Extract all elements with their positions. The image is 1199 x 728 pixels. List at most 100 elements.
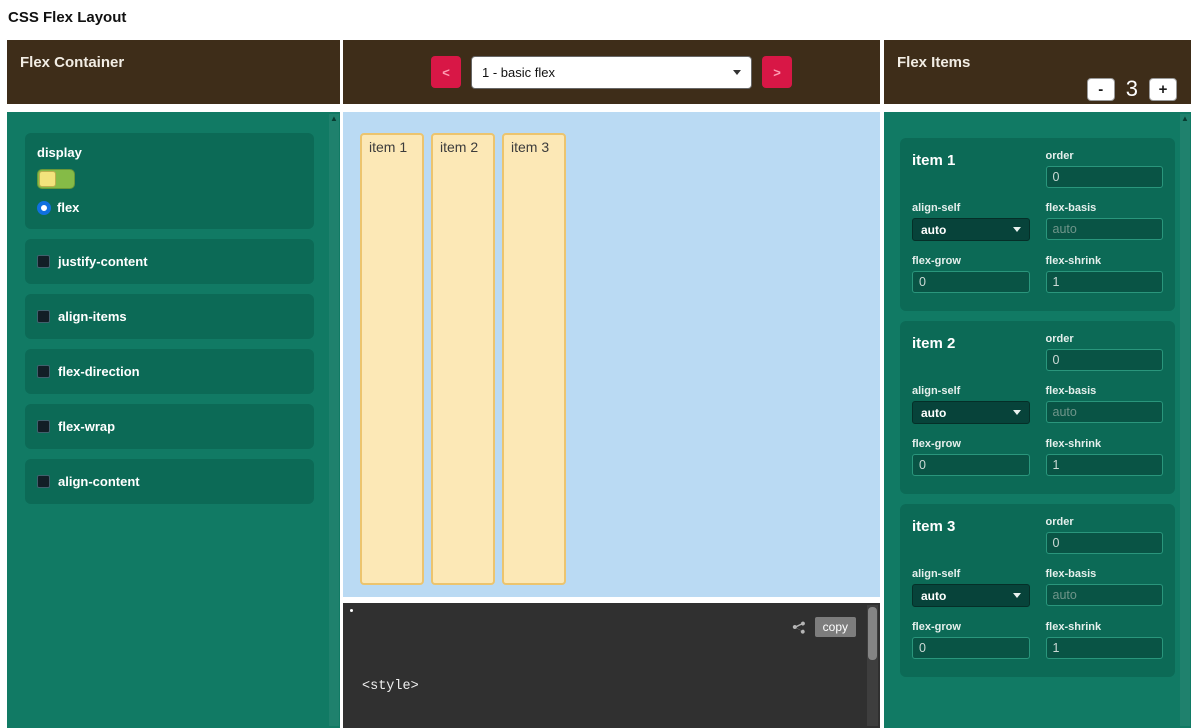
display-toggle[interactable]: [37, 169, 75, 189]
flex-basis-label: flex-basis: [1046, 385, 1164, 397]
flex-basis-input[interactable]: [1046, 401, 1164, 423]
share-icon[interactable]: [791, 619, 807, 635]
align-self-select[interactable]: auto: [912, 401, 1030, 424]
right-panel-scrollbar[interactable]: ▲: [1180, 114, 1190, 726]
code-block: <style> .flex-container { display: flex;: [362, 639, 516, 728]
option-card-flex-wrap: flex-wrap: [25, 404, 314, 449]
add-item-button[interactable]: +: [1149, 78, 1177, 101]
flex-items-body: item 1 order align-self auto flex-basis: [884, 112, 1191, 728]
order-input[interactable]: [1046, 532, 1164, 554]
order-label: order: [1046, 516, 1164, 528]
preview-column: < 1 - basic flex > item 1 item 2 item 3 …: [343, 40, 880, 728]
flex-basis-label: flex-basis: [1046, 568, 1164, 580]
option-card-align-content: align-content: [25, 459, 314, 504]
option-card-align-items: align-items: [25, 294, 314, 339]
flex-container-title: Flex Container: [20, 54, 124, 71]
scroll-up-arrow-icon[interactable]: ▲: [1180, 114, 1190, 124]
flex-direction-label: flex-direction: [58, 364, 140, 379]
flex-demo-item-2: item 2: [431, 133, 495, 585]
flex-grow-label: flex-grow: [912, 438, 1030, 450]
example-select[interactable]: 1 - basic flex: [471, 56, 752, 89]
page-title: CSS Flex Layout: [8, 9, 126, 26]
align-self-value: auto: [921, 223, 946, 237]
justify-content-label: justify-content: [58, 254, 148, 269]
item-card-1: item 1 order align-self auto flex-basis: [900, 138, 1175, 311]
code-panel: copy <style> .flex-container { display: …: [343, 603, 880, 728]
flex-shrink-input[interactable]: [1046, 271, 1164, 293]
option-card-justify-content: justify-content: [25, 239, 314, 284]
item-card-title: item 3: [912, 518, 1030, 535]
scroll-up-arrow-icon[interactable]: ▲: [329, 114, 339, 124]
item-count: 3: [1126, 76, 1138, 102]
code-line: <style>: [362, 677, 516, 696]
example-nav-header: < 1 - basic flex >: [343, 40, 880, 104]
align-items-label: align-items: [58, 309, 127, 324]
flex-radio[interactable]: [37, 201, 51, 215]
item-card-2: item 2 order align-self auto flex-basis: [900, 321, 1175, 494]
flex-items-panel: Flex Items - 3 + item 1 order align-self…: [884, 40, 1191, 728]
item-card-title: item 2: [912, 335, 1030, 352]
display-flex-radio-row: flex: [37, 200, 302, 215]
copy-button[interactable]: copy: [815, 617, 856, 637]
code-toolbar: copy: [791, 617, 856, 637]
code-scrollbar-thumb[interactable]: [868, 607, 877, 660]
prev-example-button[interactable]: <: [431, 56, 461, 88]
flex-container-panel: Flex Container display flex justify-cont…: [7, 40, 340, 728]
flex-items-header: Flex Items - 3 +: [884, 40, 1191, 104]
code-scrollbar[interactable]: [867, 605, 878, 726]
align-content-label: align-content: [58, 474, 140, 489]
flex-basis-label: flex-basis: [1046, 202, 1164, 214]
display-label: display: [37, 145, 302, 160]
flex-container-header: Flex Container: [7, 40, 340, 104]
cursor-dot: [350, 609, 353, 612]
align-self-value: auto: [921, 406, 946, 420]
example-nav-bar: < 1 - basic flex >: [343, 40, 880, 104]
flex-basis-input[interactable]: [1046, 218, 1164, 240]
order-label: order: [1046, 150, 1164, 162]
align-self-label: align-self: [912, 385, 1030, 397]
flex-items-title: Flex Items: [897, 54, 970, 71]
left-panel-scrollbar[interactable]: ▲: [329, 114, 339, 726]
flex-basis-input[interactable]: [1046, 584, 1164, 606]
flex-direction-checkbox[interactable]: [37, 365, 50, 378]
flex-shrink-label: flex-shrink: [1046, 438, 1164, 450]
remove-item-button[interactable]: -: [1087, 78, 1115, 101]
order-input[interactable]: [1046, 349, 1164, 371]
chevron-down-icon: [1013, 227, 1021, 232]
align-content-checkbox[interactable]: [37, 475, 50, 488]
flex-shrink-label: flex-shrink: [1046, 255, 1164, 267]
display-card: display flex: [25, 133, 314, 229]
flex-grow-label: flex-grow: [912, 621, 1030, 633]
flex-wrap-label: flex-wrap: [58, 419, 115, 434]
align-self-select[interactable]: auto: [912, 218, 1030, 241]
flex-grow-label: flex-grow: [912, 255, 1030, 267]
option-card-flex-direction: flex-direction: [25, 349, 314, 394]
item-card-title: item 1: [912, 152, 1030, 169]
flex-shrink-input[interactable]: [1046, 454, 1164, 476]
order-input[interactable]: [1046, 166, 1164, 188]
flex-demo-container: item 1 item 2 item 3: [343, 112, 880, 597]
chevron-down-icon: [1013, 410, 1021, 415]
flex-wrap-checkbox[interactable]: [37, 420, 50, 433]
flex-grow-input[interactable]: [912, 637, 1030, 659]
flex-demo-item-1: item 1: [360, 133, 424, 585]
align-self-select[interactable]: auto: [912, 584, 1030, 607]
item-card-3: item 3 order align-self auto flex-basis: [900, 504, 1175, 677]
order-label: order: [1046, 333, 1164, 345]
flex-shrink-input[interactable]: [1046, 637, 1164, 659]
chevron-down-icon: [1013, 593, 1021, 598]
flex-shrink-label: flex-shrink: [1046, 621, 1164, 633]
flex-radio-label: flex: [57, 200, 79, 215]
item-count-controls: - 3 +: [1087, 76, 1177, 102]
align-self-label: align-self: [912, 202, 1030, 214]
align-self-value: auto: [921, 589, 946, 603]
next-example-button[interactable]: >: [762, 56, 792, 88]
toggle-knob-icon: [39, 171, 56, 187]
flex-grow-input[interactable]: [912, 271, 1030, 293]
flex-grow-input[interactable]: [912, 454, 1030, 476]
flex-demo-item-3: item 3: [502, 133, 566, 585]
justify-content-checkbox[interactable]: [37, 255, 50, 268]
align-self-label: align-self: [912, 568, 1030, 580]
flex-container-body: display flex justify-content align-items…: [7, 112, 340, 728]
align-items-checkbox[interactable]: [37, 310, 50, 323]
